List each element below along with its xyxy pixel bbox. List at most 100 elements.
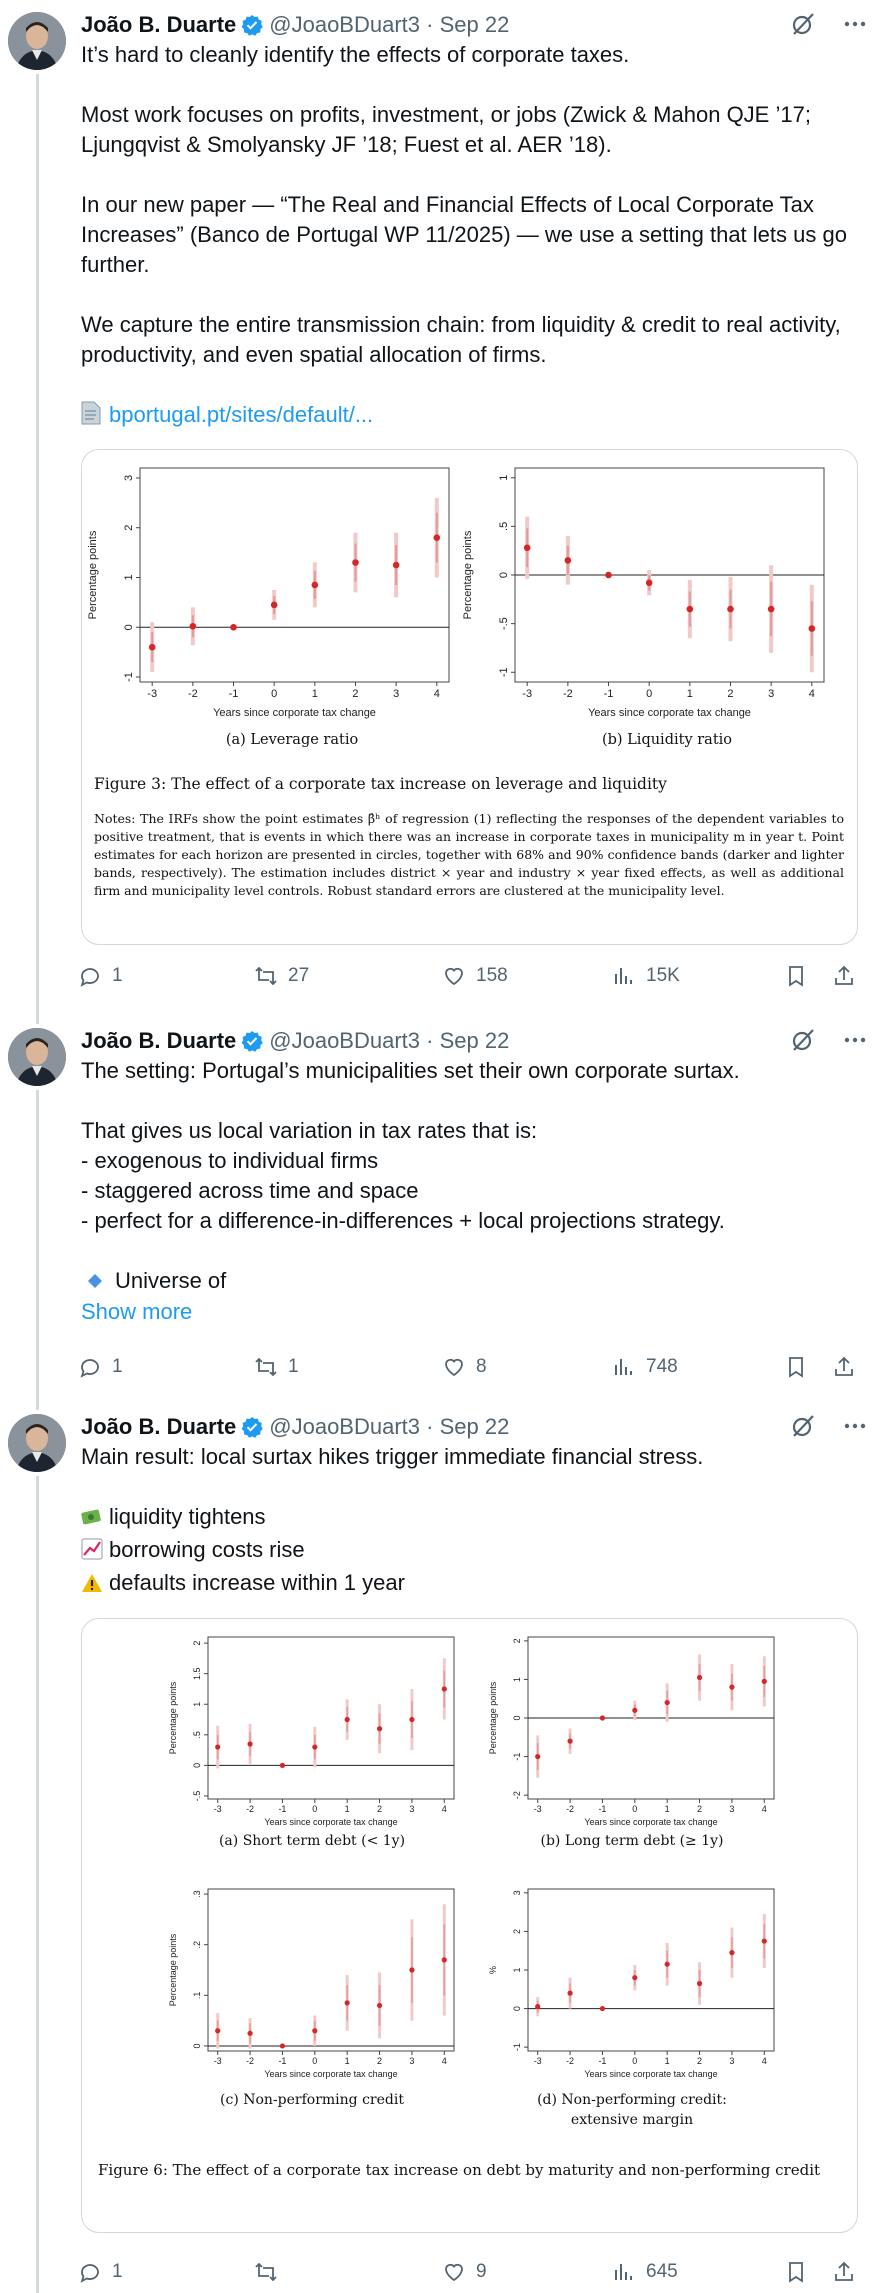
- grok-icon[interactable]: [790, 11, 816, 37]
- point-estimate: [270, 601, 278, 609]
- grok-icon[interactable]: [790, 1027, 816, 1053]
- author-name[interactable]: João B. Duarte: [81, 12, 236, 38]
- figure-6-image[interactable]: -.5 0 .5 1 1.5 2 -3 -2 -1 0 1 2 3 4 Years since corpor…: [81, 1618, 858, 2233]
- views-button[interactable]: 748: [612, 1349, 678, 1385]
- paper-link[interactable]: bportugal.pt/sites/default/...: [109, 402, 373, 427]
- point-estimate: [279, 1762, 286, 1768]
- point-estimate: [696, 1674, 703, 1681]
- more-icon[interactable]: [842, 1413, 868, 1439]
- like-button[interactable]: 9: [442, 2254, 487, 2290]
- reply-icon: [80, 1359, 99, 1378]
- share-button[interactable]: [832, 1349, 856, 1385]
- bookmark-icon: [789, 1357, 803, 1378]
- like-button[interactable]: 158: [442, 958, 508, 994]
- y-tick-label: -1: [498, 667, 510, 677]
- panel-caption: (a) Leverage ratio: [225, 732, 359, 748]
- tweet-paragraph: In our new paper — “The Real and Financi…: [81, 192, 854, 277]
- x-tick-label: 2: [377, 1804, 382, 1814]
- avatar[interactable]: [8, 1414, 66, 1472]
- repost-count: 1: [288, 1356, 299, 1377]
- tweet[interactable]: João B. Duarte @JoaoBDuart3 · Sep 22 Mai…: [0, 1402, 886, 2293]
- grok-icon[interactable]: [790, 1413, 816, 1439]
- show-more-link[interactable]: Show more: [81, 1297, 871, 1327]
- tweet-date[interactable]: Sep 22: [440, 1028, 510, 1054]
- repost-button[interactable]: [254, 2254, 288, 2290]
- x-axis-label: Years since corporate tax change: [264, 1817, 397, 1827]
- reply-button[interactable]: 1: [78, 958, 123, 994]
- tweet[interactable]: João B. Duarte @JoaoBDuart3 · Sep 22 It’…: [0, 0, 886, 1020]
- x-tick-label: 0: [312, 2056, 317, 2066]
- repost-button[interactable]: 1: [254, 1349, 299, 1385]
- figure-3-image[interactable]: -1 0 1 2 3 -3 -2 -1 0 1 2 3 4 Years since corporate t…: [81, 449, 858, 945]
- point-estimate: [230, 623, 237, 631]
- panel-caption: (b) Long term debt (≥ 1y): [540, 1833, 724, 1849]
- point-estimate: [727, 605, 734, 613]
- point-estimate: [148, 643, 156, 651]
- x-tick-label: -3: [147, 688, 157, 700]
- like-button[interactable]: 8: [442, 1349, 487, 1385]
- point-estimate: [441, 1957, 447, 1963]
- point-estimate: [567, 1990, 573, 1996]
- views-icon: [615, 1359, 632, 1375]
- tweet-text: The setting: Portugal’s municipalities s…: [81, 1056, 871, 1327]
- panel-caption: (a) Short term debt (< 1y): [218, 1833, 406, 1849]
- x-tick-label: 4: [762, 2056, 767, 2066]
- separator-dot: ·: [420, 1414, 440, 1439]
- chart-non-performing-credit: 0 .1 .2 .3 -3 -2 -1 0 1 2 3 4 Years since corporate …: [168, 1888, 455, 2079]
- like-count: 158: [476, 965, 508, 986]
- x-tick-label: -1: [229, 688, 239, 700]
- y-tick-label: 2: [512, 1638, 522, 1643]
- point-estimate: [311, 581, 319, 589]
- reply-button[interactable]: 1: [78, 2254, 123, 2290]
- point-estimate: [247, 1741, 253, 1747]
- point-estimate: [808, 625, 816, 632]
- more-icon[interactable]: [842, 1027, 868, 1053]
- tweet-date[interactable]: Sep 22: [440, 12, 510, 38]
- author-handle[interactable]: @JoaoBDuart3: [269, 12, 420, 38]
- point-estimate: [392, 561, 400, 569]
- x-tick-label: -2: [563, 688, 573, 700]
- bookmark-button[interactable]: [784, 2254, 808, 2290]
- y-tick-label: 2: [192, 1641, 202, 1646]
- reply-button[interactable]: 1: [78, 1349, 123, 1385]
- author-handle[interactable]: @JoaoBDuart3: [269, 1414, 420, 1440]
- y-tick-label: .3: [192, 1890, 202, 1898]
- repost-icon: [255, 1357, 277, 1377]
- document-icon: [81, 401, 101, 433]
- views-button[interactable]: 15K: [612, 958, 680, 994]
- x-tick-label: 1: [687, 688, 693, 700]
- avatar[interactable]: [8, 12, 66, 70]
- repost-button[interactable]: 27: [254, 958, 309, 994]
- x-tick-label: 4: [762, 1804, 767, 1814]
- tweet-date[interactable]: Sep 22: [440, 1414, 510, 1440]
- avatar[interactable]: [8, 1028, 66, 1086]
- author-handle[interactable]: @JoaoBDuart3: [269, 1028, 420, 1054]
- x-tick-label: 3: [768, 688, 774, 700]
- views-button[interactable]: 645: [612, 2254, 678, 2290]
- share-button[interactable]: [832, 2254, 856, 2290]
- y-tick-label: 1: [123, 574, 135, 580]
- share-button[interactable]: [832, 958, 856, 994]
- x-tick-label: 1: [312, 688, 318, 700]
- bookmark-button[interactable]: [784, 1349, 808, 1385]
- tweet[interactable]: João B. Duarte @JoaoBDuart3 · Sep 22 The…: [0, 1016, 886, 1406]
- panel-caption: (b) Liquidity ratio: [601, 732, 733, 748]
- bookmark-button[interactable]: [784, 958, 808, 994]
- tweet-text: It’s hard to cleanly identify the effect…: [81, 40, 871, 433]
- figure-title: Figure 3: The effect of a corporate tax …: [94, 775, 667, 793]
- y-tick-label: .2: [192, 1941, 202, 1949]
- y-tick-label: -1: [512, 1753, 522, 1761]
- figure-title: Figure 6: The effect of a corporate tax …: [98, 2161, 821, 2179]
- panel-caption: (d) Non-performing credit:: [537, 2092, 727, 2108]
- more-icon[interactable]: [842, 11, 868, 37]
- point-estimate: [696, 1980, 703, 1987]
- x-tick-label: 1: [665, 1804, 670, 1814]
- author-name[interactable]: João B. Duarte: [81, 1028, 236, 1054]
- author-name[interactable]: João B. Duarte: [81, 1414, 236, 1440]
- point-estimate: [535, 2004, 541, 2010]
- verified-badge-icon: [241, 1417, 264, 1438]
- chart-liquidity-ratio: -1 -.5 0 .5 1 -3 -2 -1 0 1 2 3 4 Years since corporat…: [462, 467, 825, 719]
- views-icon: [615, 2264, 632, 2280]
- point-estimate: [344, 1716, 350, 1723]
- tweet-paragraph: Universe of: [115, 1268, 227, 1293]
